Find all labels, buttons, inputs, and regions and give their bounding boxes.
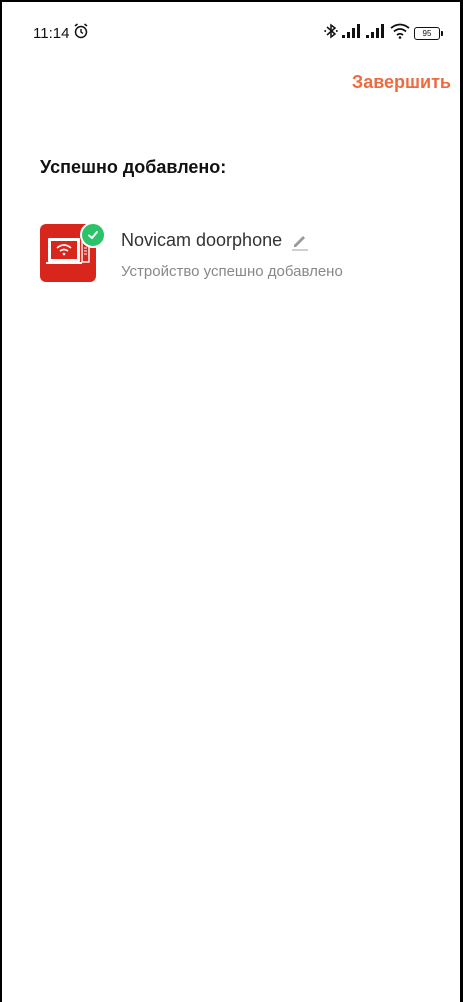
wifi-icon [390,23,410,43]
status-left: 11:14 [33,23,89,43]
battery-icon: 95 [414,26,443,40]
device-list-item[interactable]: Novicam doorphone Устройство успешно доб… [40,222,443,284]
status-bar: 11:14 95 [33,20,443,46]
alarm-icon [73,23,89,43]
device-frame [0,0,463,1002]
check-icon [80,222,106,248]
device-status: Устройство успешно добавлено [121,263,343,280]
battery-tip [441,30,443,36]
device-text: Novicam doorphone Устройство успешно доб… [121,224,343,280]
finish-button[interactable]: Завершить [352,72,451,93]
status-time: 11:14 [33,24,70,42]
section-title: Успешно добавлено: [40,157,227,177]
signal-icon [342,24,362,42]
edit-pencil-icon[interactable] [290,231,310,251]
signal-icon-2 [366,24,386,42]
device-name-line: Novicam doorphone [121,230,343,251]
device-icon-wrap [40,222,106,282]
device-name: Novicam doorphone [121,230,283,250]
bluetooth-icon [324,23,338,43]
battery-level: 95 [414,26,440,40]
status-right: 95 [324,23,443,43]
